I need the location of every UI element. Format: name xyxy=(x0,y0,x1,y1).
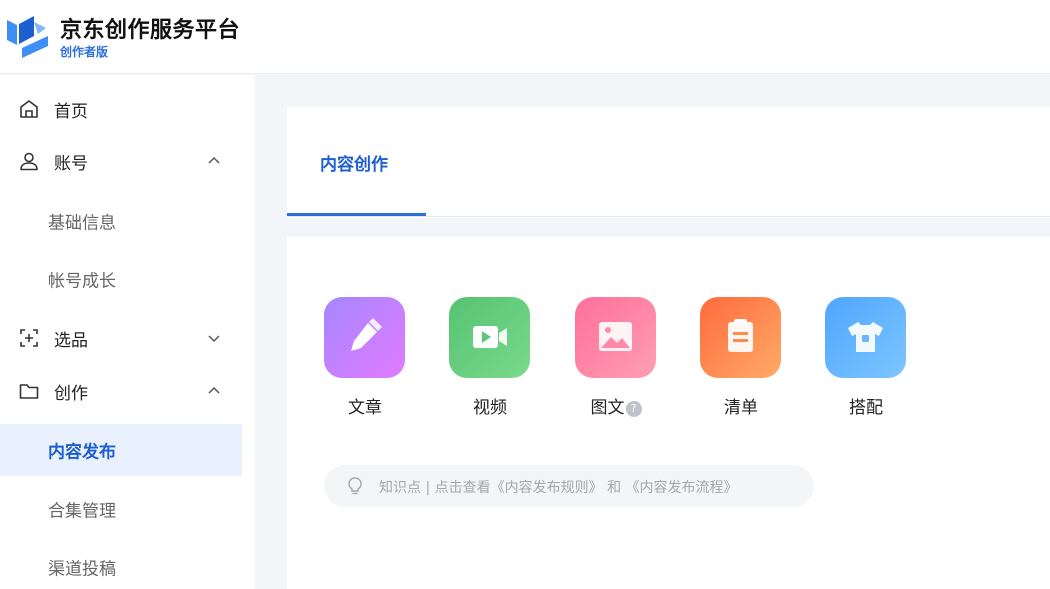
create-list-button[interactable]: 清单 xyxy=(700,297,782,427)
select-product-icon xyxy=(20,329,38,347)
folder-icon xyxy=(19,384,39,399)
sidebar-item-create[interactable]: 创作 xyxy=(0,365,242,417)
tool-label-text: 图文 xyxy=(590,398,625,418)
list-tile xyxy=(700,297,781,378)
tool-label: 视频 xyxy=(473,398,507,418)
create-outfit-button[interactable]: 搭配 xyxy=(825,297,907,427)
sidebar-item-label: 内容发布 xyxy=(48,442,116,463)
outfit-tile xyxy=(825,297,906,378)
create-video-button[interactable]: 视频 xyxy=(449,297,531,427)
image-icon xyxy=(599,322,632,351)
tip-prefix: 知识点 | 点击查看 xyxy=(379,480,491,496)
sidebar-item-label: 渠道投稿 xyxy=(48,559,116,580)
sidebar-item-account[interactable]: 账号 xyxy=(0,135,242,187)
tshirt-icon xyxy=(848,322,883,352)
tab-divider xyxy=(287,216,1050,217)
tip-text: 知识点 | 点击查看《内容发布规则》 和 《内容发布流程》 xyxy=(379,477,738,497)
tool-label: 文章 xyxy=(348,398,382,418)
article-tile xyxy=(324,297,405,378)
video-tile xyxy=(449,297,530,378)
tab-label: 内容创作 xyxy=(320,155,388,175)
image-text-tile xyxy=(575,297,656,378)
brand-logo-icon[interactable] xyxy=(4,12,50,60)
sidebar-item-label: 帐号成长 xyxy=(48,271,116,292)
rules-link[interactable]: 《内容发布规则》 xyxy=(491,480,603,496)
home-icon xyxy=(20,100,38,118)
chevron-up-icon xyxy=(208,156,220,164)
user-icon xyxy=(20,152,38,171)
brand-title: 京东创作服务平台 xyxy=(60,18,241,43)
video-camera-icon xyxy=(473,326,507,348)
tab-bar: 内容创作 xyxy=(287,107,1050,218)
tool-label: 搭配 xyxy=(849,398,883,418)
process-link[interactable]: 《内容发布流程》 xyxy=(626,480,738,496)
pencil-icon xyxy=(351,318,382,351)
chevron-up-icon xyxy=(208,386,220,394)
tip-connector: 和 xyxy=(602,480,626,496)
sidebar-item-label: 合集管理 xyxy=(48,501,116,522)
tab-content-creation[interactable]: 内容创作 xyxy=(287,107,426,218)
chevron-down-icon xyxy=(208,335,220,343)
sidebar-item-home[interactable]: 首页 xyxy=(0,83,242,135)
sidebar-subitem-channel-submit[interactable]: 渠道投稿 xyxy=(0,541,242,589)
top-bar: 京东创作服务平台 创作者版 xyxy=(0,0,1050,74)
sidebar-item-label: 选品 xyxy=(54,330,88,351)
sidebar-subitem-account-growth[interactable]: 帐号成长 xyxy=(0,253,242,305)
sidebar-subitem-content-publish[interactable]: 内容发布 xyxy=(0,424,242,476)
help-icon[interactable]: ? xyxy=(625,401,642,417)
tool-label: 图文? xyxy=(575,393,657,418)
brand-subtitle: 创作者版 xyxy=(60,45,109,59)
tip-banner: 知识点 | 点击查看《内容发布规则》 和 《内容发布流程》 xyxy=(324,465,814,507)
list-document-icon xyxy=(728,319,753,352)
sidebar-subitem-collection-manage[interactable]: 合集管理 xyxy=(0,483,242,535)
sidebar-item-label: 首页 xyxy=(54,101,88,122)
lightbulb-icon xyxy=(348,477,362,495)
sidebar-item-select-product[interactable]: 选品 xyxy=(0,312,242,364)
sidebar-item-label: 账号 xyxy=(54,153,88,174)
tool-label: 清单 xyxy=(724,398,758,418)
sidebar: 首页 账号 基础信息 帐号成长 选品 创作 内容发布 合集管理 渠道投稿 xyxy=(0,75,255,589)
sidebar-subitem-basic-info[interactable]: 基础信息 xyxy=(0,195,242,247)
sidebar-item-label: 基础信息 xyxy=(48,213,116,234)
create-image-text-button[interactable]: 图文? xyxy=(575,297,657,427)
sidebar-item-label: 创作 xyxy=(54,383,88,404)
create-article-button[interactable]: 文章 xyxy=(324,297,406,427)
creation-panel: 文章 视频 图文? 清单 搭配 知识点 | 点击查看《内容发布规则》 和 《内容… xyxy=(287,237,1050,589)
